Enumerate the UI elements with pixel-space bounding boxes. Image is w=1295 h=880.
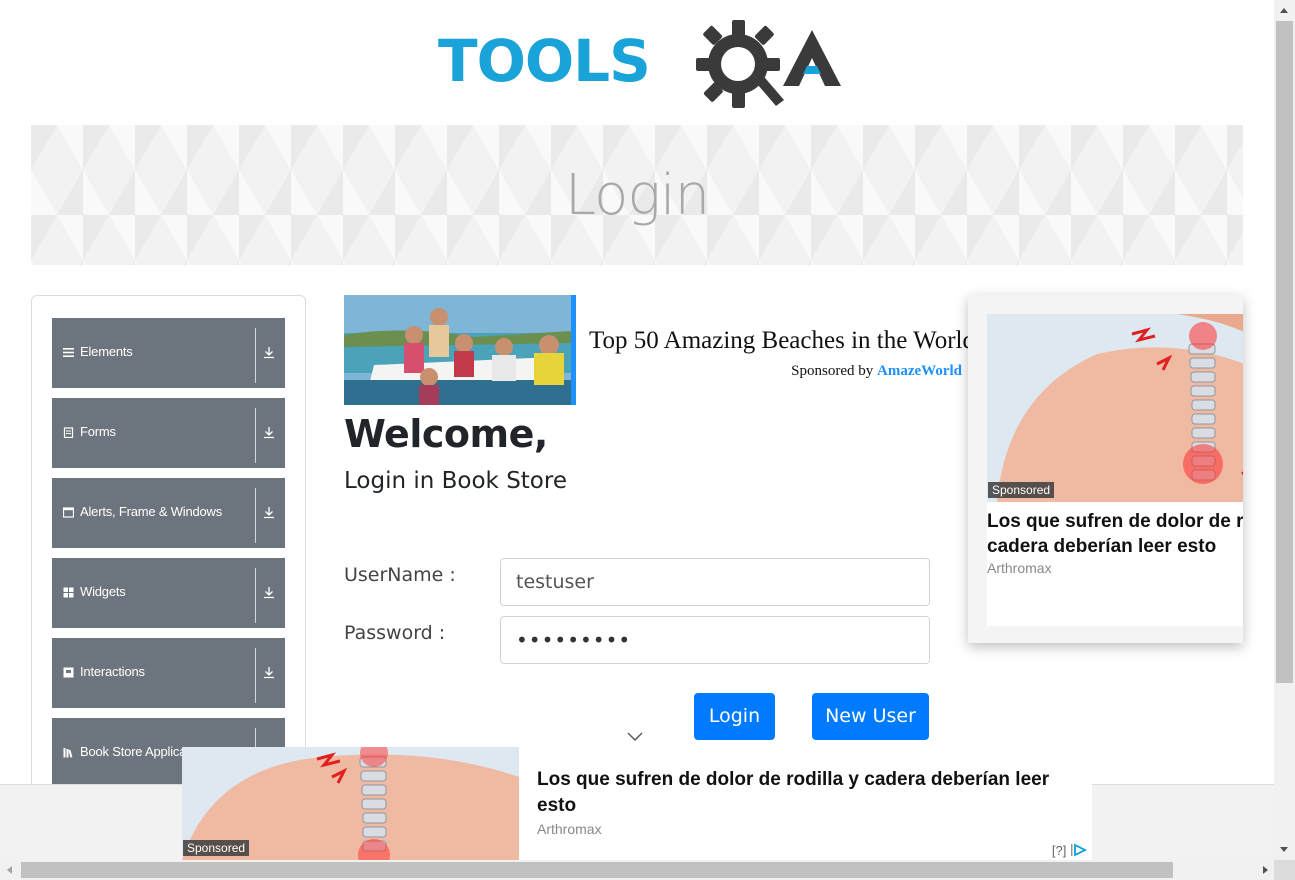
welcome-heading: Welcome, <box>344 412 548 456</box>
window-icon <box>63 507 74 518</box>
scrollbar-corner <box>1274 860 1295 880</box>
page: TOOLS Login Elements Forms Alerts, Frame… <box>0 0 1274 860</box>
sidebar-item-elements[interactable]: Elements <box>52 318 285 388</box>
sponsored-badge: Sponsored <box>183 840 250 856</box>
sponsored-badge: Sponsored <box>988 482 1055 498</box>
username-label: UserName : <box>344 564 456 586</box>
ad-title: Top 50 Amazing Beaches in the World <box>589 327 975 354</box>
sidebar-item-label: Interactions <box>80 664 145 679</box>
side-ad[interactable]: Sponsored Los que sufren de dolor de rod… <box>968 295 1243 643</box>
ad-info-link[interactable]: [?] <box>1052 843 1066 858</box>
sidebar-item-label: Widgets <box>80 584 126 599</box>
logo-text: TOOLS <box>438 27 651 95</box>
download-arrow-icon[interactable] <box>262 425 276 439</box>
side-ad-card[interactable]: Sponsored Los que sufren de dolor de rod… <box>987 314 1243 626</box>
document-icon <box>63 427 74 438</box>
scroll-up-arrow-icon[interactable] <box>1280 8 1288 13</box>
sidebar-item-forms[interactable]: Forms <box>52 398 285 468</box>
beach-photo <box>344 295 571 405</box>
ad-choices[interactable]: [?] <box>1052 843 1088 858</box>
login-subtitle: Login in Book Store <box>344 468 567 494</box>
sponsor-name[interactable]: AmazeWorld <box>877 363 962 379</box>
ad-sponsor-line: Sponsored by AmazeWorld <box>791 363 962 380</box>
gear-logo-icon <box>696 20 784 108</box>
download-arrow-icon[interactable] <box>262 345 276 359</box>
back-pain-image <box>987 314 1243 502</box>
scroll-left-arrow-icon[interactable] <box>7 866 12 874</box>
divider <box>255 328 256 383</box>
divider <box>255 488 256 543</box>
logo-letter-a-icon <box>783 30 841 86</box>
login-button[interactable]: Login <box>694 693 775 740</box>
books-icon <box>63 748 73 758</box>
sidebar-item-widgets[interactable]: Widgets <box>52 558 285 628</box>
beach-photo-image <box>344 295 571 405</box>
bottom-ad-headline: Los que sufren de dolor de rodilla y cad… <box>537 769 1050 816</box>
chevron-down-icon[interactable] <box>625 731 645 743</box>
divider <box>255 648 256 703</box>
beaches-ad[interactable]: Top 50 Amazing Beaches in the World Spon… <box>344 295 975 405</box>
new-user-button[interactable]: New User <box>812 693 929 740</box>
vertical-scrollbar[interactable] <box>1274 0 1295 860</box>
side-ad-headline-line2: cadera deberían leer esto <box>987 536 1217 557</box>
hamburger-icon <box>63 348 74 357</box>
scroll-thumb[interactable] <box>21 862 1173 878</box>
page-banner: Login <box>31 125 1243 265</box>
sidebar-item-label: Alerts, Frame & Windows <box>80 504 223 519</box>
toolsqa-logo[interactable]: TOOLS <box>438 20 841 112</box>
horizontal-scrollbar[interactable] <box>0 860 1274 880</box>
ad-accent-bar <box>571 295 576 405</box>
download-arrow-icon[interactable] <box>262 665 276 679</box>
username-input[interactable]: testuser <box>500 558 930 606</box>
scroll-thumb[interactable] <box>1276 21 1293 683</box>
box-icon <box>63 667 74 678</box>
sidebar: Elements Forms Alerts, Frame & Windows W… <box>31 295 306 815</box>
bottom-ad-brand: Arthromax <box>537 821 602 837</box>
bottom-ad[interactable]: Sponsored Los que sufren de dolor de rod… <box>182 747 1092 860</box>
sidebar-item-label: Forms <box>80 424 116 439</box>
back-pain-illustration <box>987 314 1243 502</box>
sidebar-item-interactions[interactable]: Interactions <box>52 638 285 708</box>
side-ad-brand: Arthromax <box>987 560 1052 576</box>
scroll-down-arrow-icon[interactable] <box>1280 847 1288 852</box>
sidebar-item-label: Elements <box>80 344 133 359</box>
password-label: Password : <box>344 622 446 644</box>
download-arrow-icon[interactable] <box>262 585 276 599</box>
download-arrow-icon[interactable] <box>262 505 276 519</box>
page-title: Login <box>564 163 710 228</box>
password-input[interactable]: ••••••••• <box>500 616 930 664</box>
adchoices-icon[interactable] <box>1070 843 1088 857</box>
grid-icon <box>63 587 74 598</box>
side-ad-headline: Los que sufren de dolor de rodilla y cad… <box>987 509 1243 559</box>
sidebar-item-alerts-frame-windows[interactable]: Alerts, Frame & Windows <box>52 478 285 548</box>
side-ad-headline-line1: Los que sufren de dolor de rodilla y <box>987 511 1243 532</box>
divider <box>255 568 256 623</box>
divider <box>255 408 256 463</box>
scroll-right-arrow-icon[interactable] <box>1263 866 1268 874</box>
sidebar-item-label: Book Store Applica <box>80 744 187 759</box>
sponsored-by-text: Sponsored by <box>791 363 874 379</box>
